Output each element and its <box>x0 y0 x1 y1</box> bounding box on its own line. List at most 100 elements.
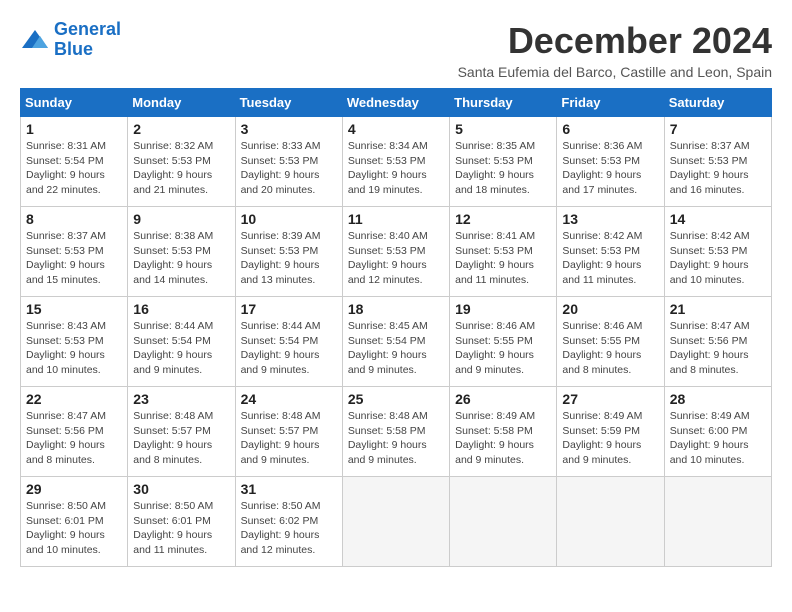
logo-icon <box>20 28 50 52</box>
day-info: Sunrise: 8:42 AM Sunset: 5:53 PM Dayligh… <box>670 229 766 288</box>
calendar-cell: 23Sunrise: 8:48 AM Sunset: 5:57 PM Dayli… <box>128 387 235 477</box>
day-info: Sunrise: 8:37 AM Sunset: 5:53 PM Dayligh… <box>26 229 122 288</box>
calendar-cell: 13Sunrise: 8:42 AM Sunset: 5:53 PM Dayli… <box>557 207 664 297</box>
day-number: 6 <box>562 121 658 137</box>
calendar-cell: 5 Sunrise: 8:35 AM Sunset: 5:53 PM Daylig… <box>450 117 557 207</box>
calendar-cell: 17 Sunrise: 8:44 AM Sunset: 5:54 PM Dayli… <box>235 297 342 387</box>
day-number: 20 <box>562 301 658 317</box>
day-number: 14 <box>670 211 766 227</box>
day-info: Sunrise: 8:35 AM Sunset: 5:53 PM Dayligh… <box>455 139 551 198</box>
calendar-cell: 24 Sunrise: 8:48 AM Sunset: 5:57 PM Dayli… <box>235 387 342 477</box>
calendar-day-header: Saturday <box>664 89 771 117</box>
calendar-cell: 15 Sunrise: 8:43 AM Sunset: 5:53 PM Dayli… <box>21 297 128 387</box>
day-number: 18 <box>348 301 444 317</box>
day-number: 4 <box>348 121 444 137</box>
day-number: 28 <box>670 391 766 407</box>
day-info: Sunrise: 8:34 AM Sunset: 5:53 PM Dayligh… <box>348 139 444 198</box>
day-info: Sunrise: 8:42 AM Sunset: 5:53 PM Dayligh… <box>562 229 658 288</box>
calendar-cell: 21Sunrise: 8:47 AM Sunset: 5:56 PM Dayli… <box>664 297 771 387</box>
calendar-cell: 20 Sunrise: 8:46 AM Sunset: 5:55 PM Dayli… <box>557 297 664 387</box>
day-info: Sunrise: 8:40 AM Sunset: 5:53 PM Dayligh… <box>348 229 444 288</box>
location-subtitle: Santa Eufemia del Barco, Castille and Le… <box>458 64 772 80</box>
day-info: Sunrise: 8:50 AM Sunset: 6:01 PM Dayligh… <box>133 499 229 558</box>
day-info: Sunrise: 8:32 AM Sunset: 5:53 PM Dayligh… <box>133 139 229 198</box>
calendar-cell: 19Sunrise: 8:46 AM Sunset: 5:55 PM Dayli… <box>450 297 557 387</box>
day-info: Sunrise: 8:41 AM Sunset: 5:53 PM Dayligh… <box>455 229 551 288</box>
calendar-day-header: Wednesday <box>342 89 449 117</box>
day-info: Sunrise: 8:39 AM Sunset: 5:53 PM Dayligh… <box>241 229 337 288</box>
day-number: 8 <box>26 211 122 227</box>
day-number: 17 <box>241 301 337 317</box>
day-number: 2 <box>133 121 229 137</box>
day-info: Sunrise: 8:31 AM Sunset: 5:54 PM Dayligh… <box>26 139 122 198</box>
day-number: 12 <box>455 211 551 227</box>
day-info: Sunrise: 8:49 AM Sunset: 5:58 PM Dayligh… <box>455 409 551 468</box>
day-info: Sunrise: 8:44 AM Sunset: 5:54 PM Dayligh… <box>133 319 229 378</box>
calendar-cell: 10 Sunrise: 8:39 AM Sunset: 5:53 PM Dayli… <box>235 207 342 297</box>
calendar-day-header: Monday <box>128 89 235 117</box>
calendar-day-header: Thursday <box>450 89 557 117</box>
calendar-day-header: Sunday <box>21 89 128 117</box>
calendar-cell: 30 Sunrise: 8:50 AM Sunset: 6:01 PM Dayli… <box>128 477 235 567</box>
day-info: Sunrise: 8:50 AM Sunset: 6:01 PM Dayligh… <box>26 499 122 558</box>
day-info: Sunrise: 8:46 AM Sunset: 5:55 PM Dayligh… <box>455 319 551 378</box>
calendar-week-row: 29Sunrise: 8:50 AM Sunset: 6:01 PM Dayli… <box>21 477 772 567</box>
calendar-cell: 25Sunrise: 8:48 AM Sunset: 5:58 PM Dayli… <box>342 387 449 477</box>
day-info: Sunrise: 8:47 AM Sunset: 5:56 PM Dayligh… <box>26 409 122 468</box>
calendar-week-row: 1 Sunrise: 8:31 AM Sunset: 5:54 PM Daylig… <box>21 117 772 207</box>
calendar-cell: 7Sunrise: 8:37 AM Sunset: 5:53 PM Daylig… <box>664 117 771 207</box>
day-info: Sunrise: 8:48 AM Sunset: 5:57 PM Dayligh… <box>241 409 337 468</box>
calendar-cell <box>664 477 771 567</box>
logo: General Blue <box>20 20 121 60</box>
day-number: 9 <box>133 211 229 227</box>
day-number: 15 <box>26 301 122 317</box>
day-info: Sunrise: 8:49 AM Sunset: 6:00 PM Dayligh… <box>670 409 766 468</box>
calendar-header-row: SundayMondayTuesdayWednesdayThursdayFrid… <box>21 89 772 117</box>
day-number: 25 <box>348 391 444 407</box>
day-number: 11 <box>348 211 444 227</box>
day-number: 30 <box>133 481 229 497</box>
calendar-cell: 22 Sunrise: 8:47 AM Sunset: 5:56 PM Dayli… <box>21 387 128 477</box>
calendar-cell: 1 Sunrise: 8:31 AM Sunset: 5:54 PM Daylig… <box>21 117 128 207</box>
calendar-cell: 28 Sunrise: 8:49 AM Sunset: 6:00 PM Dayli… <box>664 387 771 477</box>
calendar-cell: 27Sunrise: 8:49 AM Sunset: 5:59 PM Dayli… <box>557 387 664 477</box>
calendar-cell: 29Sunrise: 8:50 AM Sunset: 6:01 PM Dayli… <box>21 477 128 567</box>
calendar-cell: 4 Sunrise: 8:34 AM Sunset: 5:53 PM Daylig… <box>342 117 449 207</box>
day-number: 27 <box>562 391 658 407</box>
day-number: 10 <box>241 211 337 227</box>
day-info: Sunrise: 8:36 AM Sunset: 5:53 PM Dayligh… <box>562 139 658 198</box>
day-number: 23 <box>133 391 229 407</box>
calendar-cell: 11 Sunrise: 8:40 AM Sunset: 5:53 PM Dayli… <box>342 207 449 297</box>
day-number: 1 <box>26 121 122 137</box>
day-info: Sunrise: 8:45 AM Sunset: 5:54 PM Dayligh… <box>348 319 444 378</box>
logo-line2: Blue <box>54 40 121 60</box>
calendar-week-row: 22 Sunrise: 8:47 AM Sunset: 5:56 PM Dayli… <box>21 387 772 477</box>
day-number: 22 <box>26 391 122 407</box>
calendar-cell: 18 Sunrise: 8:45 AM Sunset: 5:54 PM Dayli… <box>342 297 449 387</box>
day-number: 5 <box>455 121 551 137</box>
day-info: Sunrise: 8:47 AM Sunset: 5:56 PM Dayligh… <box>670 319 766 378</box>
day-info: Sunrise: 8:43 AM Sunset: 5:53 PM Dayligh… <box>26 319 122 378</box>
calendar-cell <box>450 477 557 567</box>
calendar-cell: 31 Sunrise: 8:50 AM Sunset: 6:02 PM Dayli… <box>235 477 342 567</box>
calendar-table: SundayMondayTuesdayWednesdayThursdayFrid… <box>20 88 772 567</box>
page-header: General Blue December 2024 Santa Eufemia… <box>20 20 772 80</box>
calendar-day-header: Tuesday <box>235 89 342 117</box>
calendar-week-row: 15 Sunrise: 8:43 AM Sunset: 5:53 PM Dayli… <box>21 297 772 387</box>
day-number: 24 <box>241 391 337 407</box>
day-number: 7 <box>670 121 766 137</box>
day-info: Sunrise: 8:44 AM Sunset: 5:54 PM Dayligh… <box>241 319 337 378</box>
calendar-week-row: 8 Sunrise: 8:37 AM Sunset: 5:53 PM Daylig… <box>21 207 772 297</box>
day-info: Sunrise: 8:38 AM Sunset: 5:53 PM Dayligh… <box>133 229 229 288</box>
calendar-cell <box>342 477 449 567</box>
day-info: Sunrise: 8:50 AM Sunset: 6:02 PM Dayligh… <box>241 499 337 558</box>
calendar-cell: 3Sunrise: 8:33 AM Sunset: 5:53 PM Daylig… <box>235 117 342 207</box>
day-number: 31 <box>241 481 337 497</box>
day-info: Sunrise: 8:46 AM Sunset: 5:55 PM Dayligh… <box>562 319 658 378</box>
title-section: December 2024 Santa Eufemia del Barco, C… <box>458 20 772 80</box>
day-number: 3 <box>241 121 337 137</box>
calendar-cell <box>557 477 664 567</box>
day-number: 16 <box>133 301 229 317</box>
day-number: 26 <box>455 391 551 407</box>
month-title: December 2024 <box>458 20 772 62</box>
